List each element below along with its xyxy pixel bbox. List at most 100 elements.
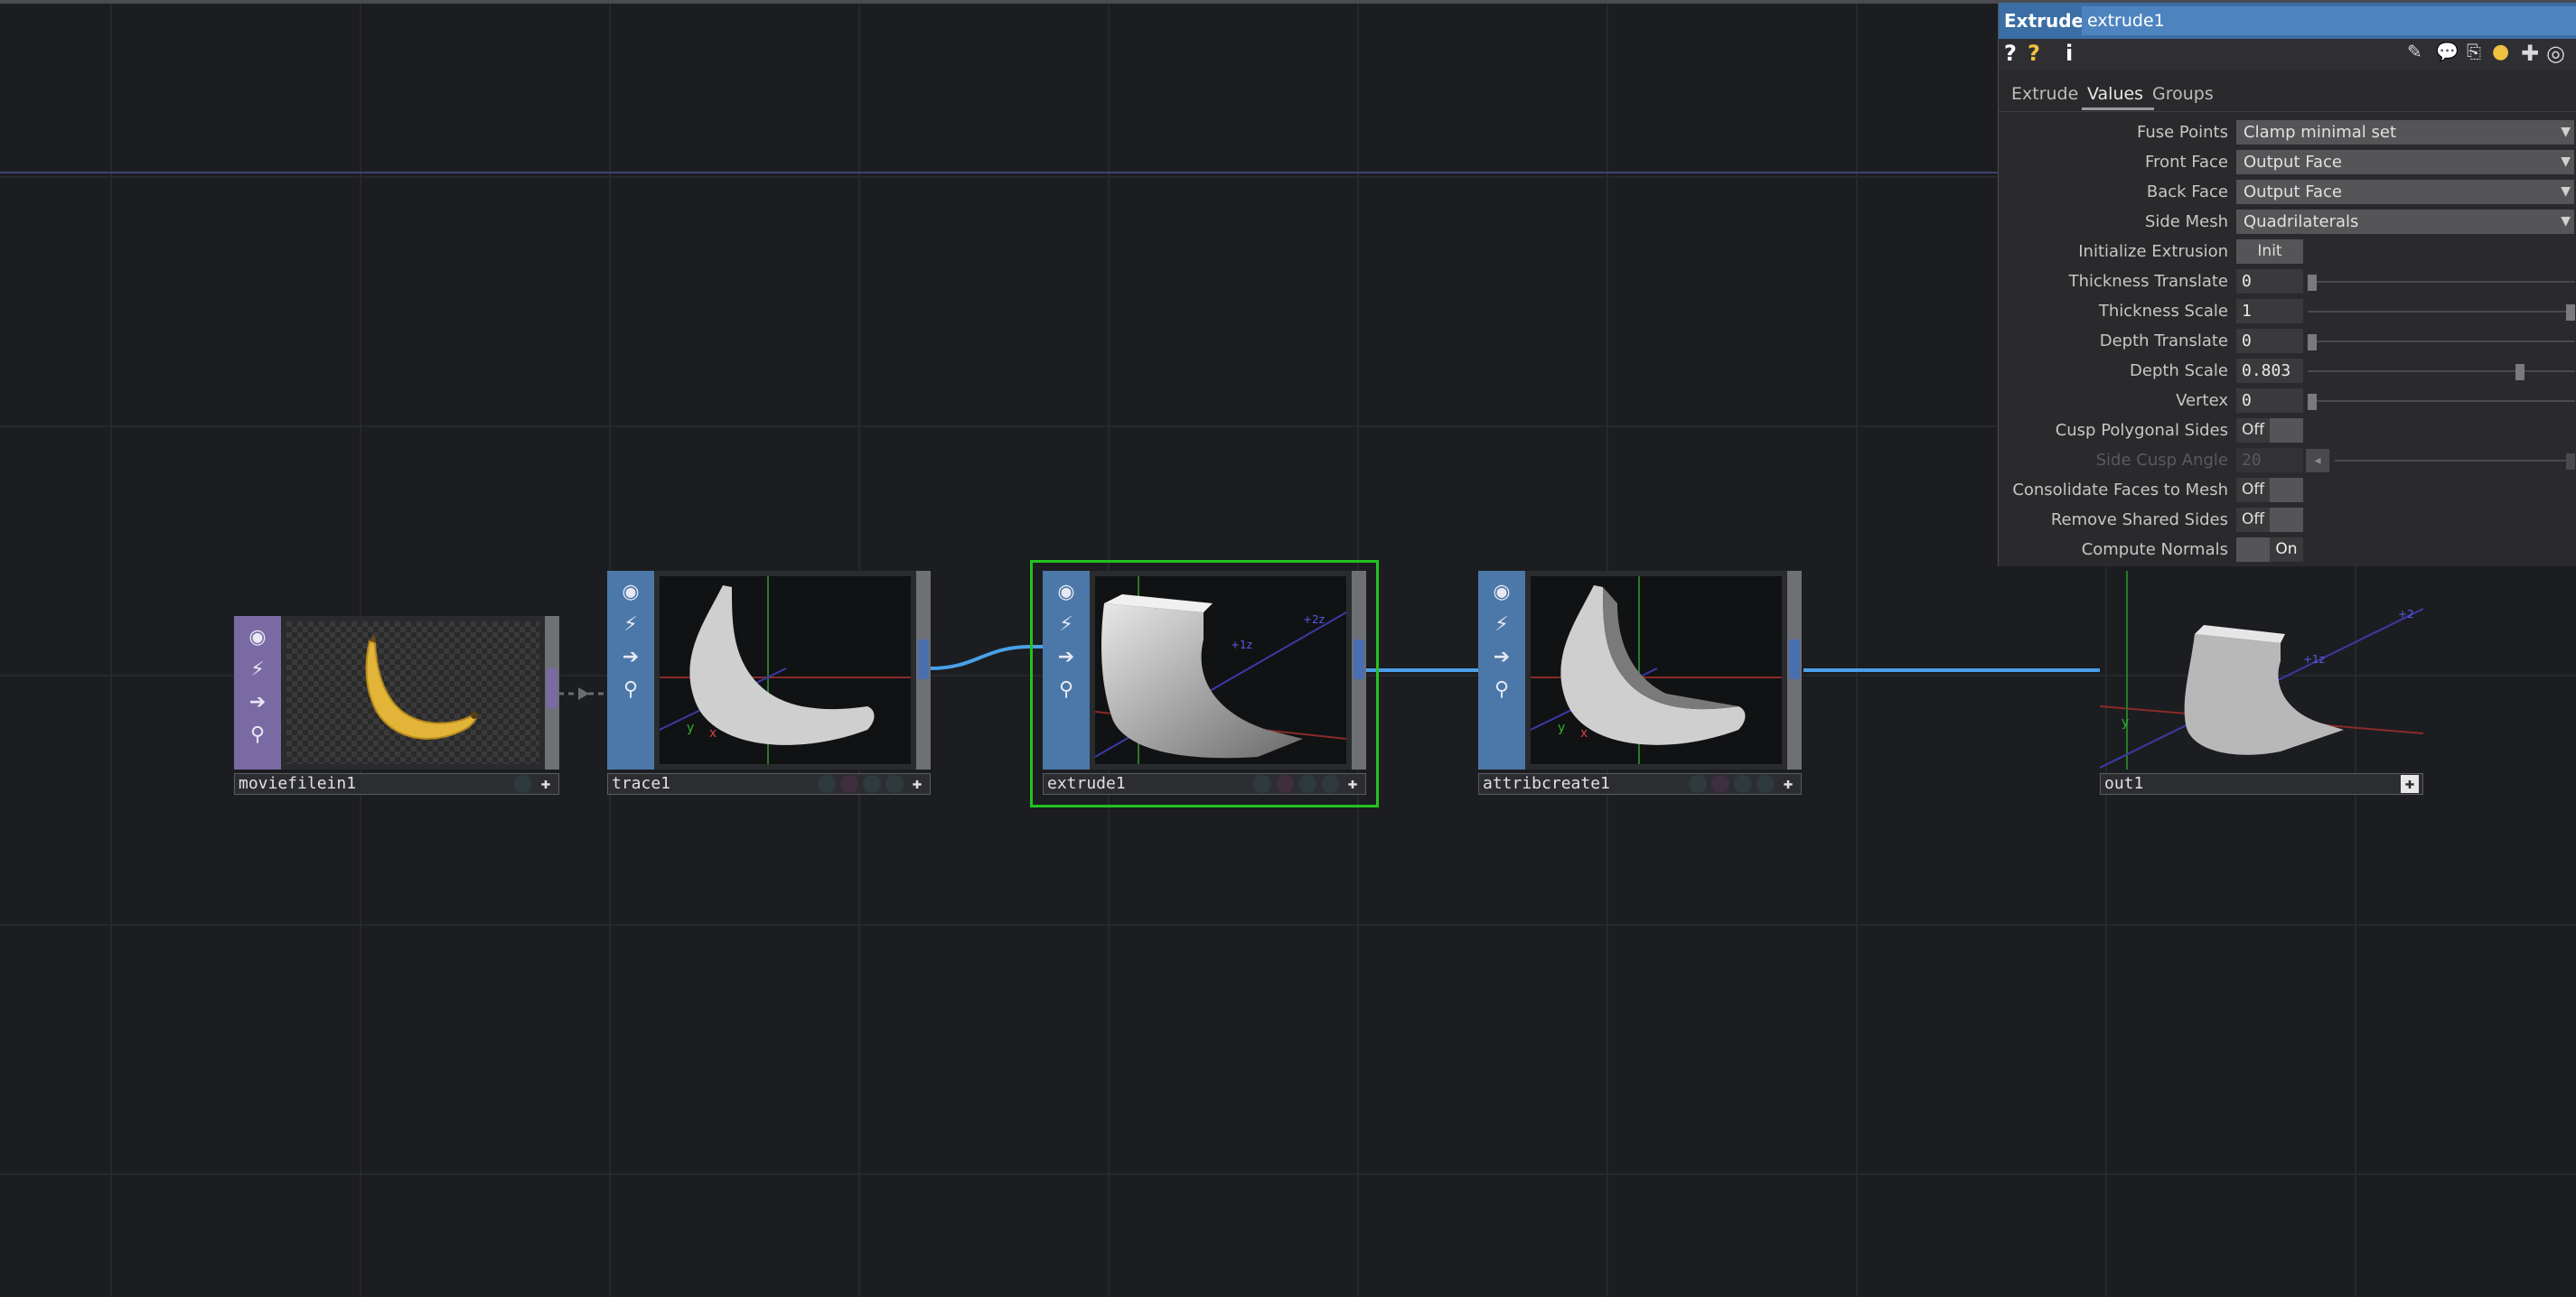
slider-handle[interactable] bbox=[2308, 275, 2317, 291]
consolidate-faces-toggle[interactable]: Off bbox=[2236, 478, 2303, 502]
front-face-menu[interactable]: Output Face ▼ bbox=[2236, 150, 2574, 174]
depth-translate-slider[interactable] bbox=[2308, 341, 2575, 342]
param-label: Back Face bbox=[2146, 182, 2228, 201]
node-viewer[interactable]: y x bbox=[654, 571, 916, 770]
tab-groups[interactable]: Groups bbox=[2152, 84, 2214, 104]
lock-icon[interactable]: ⚲ bbox=[616, 676, 645, 704]
vertex-field[interactable]: 0 bbox=[2236, 388, 2303, 413]
output-connector[interactable] bbox=[547, 668, 557, 708]
display-icon[interactable]: ➔ bbox=[1052, 643, 1081, 672]
node-viewer[interactable]: +1z +2z bbox=[1090, 571, 1352, 770]
chevron-down-icon: ▼ bbox=[2561, 154, 2571, 169]
depth-translate-field[interactable]: 0 bbox=[2236, 329, 2303, 353]
slider-handle[interactable] bbox=[2515, 364, 2524, 380]
flag-display[interactable] bbox=[514, 775, 532, 793]
cusp-polygonal-sides-toggle[interactable]: Off bbox=[2236, 418, 2303, 443]
node-viewer[interactable]: y x bbox=[1525, 571, 1787, 770]
node-moviefilein1[interactable]: ◉ ⚡ ➔ ⚲ bbox=[234, 616, 559, 770]
copy-icon[interactable]: ⎘ bbox=[2467, 41, 2481, 62]
flag-selectable[interactable] bbox=[885, 775, 904, 793]
target-icon[interactable]: ◎ bbox=[2546, 41, 2565, 66]
flag-selectable[interactable] bbox=[1756, 775, 1775, 793]
node-extrude1[interactable]: ◉ ⚡ ➔ ⚲ +1z +2z bbox=[1043, 571, 1366, 770]
bypass-icon[interactable]: ⚡ bbox=[243, 656, 272, 685]
parameter-panel: Extrude extrude1 ? ? i ✎ 💬 ⎘ ● ✚ ◎ Extru… bbox=[1998, 3, 2576, 566]
svg-text:+1z: +1z bbox=[1231, 639, 1252, 651]
node-label-moviefilein1[interactable]: moviefilein1 ✚ bbox=[234, 773, 559, 795]
python-icon[interactable]: ● bbox=[2492, 41, 2509, 63]
node-attribcreate1[interactable]: ◉ ⚡ ➔ ⚲ y x bbox=[1478, 571, 1802, 770]
edit-icon[interactable]: ✎ bbox=[2407, 41, 2422, 62]
help-icon[interactable]: ? bbox=[2004, 41, 2017, 66]
flag-display[interactable] bbox=[1253, 775, 1271, 793]
bypass-icon[interactable]: ⚡ bbox=[616, 611, 645, 639]
vertex-slider[interactable] bbox=[2308, 400, 2575, 402]
viewer-toggle-icon[interactable]: ◉ bbox=[1487, 578, 1516, 607]
viewer-toggle-icon[interactable]: ◉ bbox=[1052, 578, 1081, 607]
param-label: Initialize Extrusion bbox=[2078, 242, 2228, 261]
bypass-icon[interactable]: ⚡ bbox=[1052, 611, 1081, 639]
flag-display[interactable] bbox=[818, 775, 836, 793]
display-icon[interactable]: ➔ bbox=[1487, 643, 1516, 672]
param-back-face: Back Face Output Face ▼ bbox=[1999, 177, 2576, 207]
flag-template[interactable] bbox=[1298, 775, 1316, 793]
thickness-scale-field[interactable]: 1 bbox=[2236, 299, 2303, 323]
flag-template[interactable] bbox=[863, 775, 881, 793]
slider-handle[interactable] bbox=[2566, 304, 2575, 321]
thickness-translate-slider[interactable] bbox=[2308, 281, 2575, 283]
add-icon[interactable]: ✚ bbox=[537, 775, 555, 793]
tab-extrude[interactable]: Extrude bbox=[2011, 84, 2078, 104]
node-viewer[interactable] bbox=[281, 616, 545, 770]
slider-handle[interactable] bbox=[2308, 334, 2317, 350]
add-icon[interactable]: ✚ bbox=[1779, 775, 1797, 793]
add-icon[interactable]: ✚ bbox=[908, 775, 926, 793]
comment-icon[interactable]: 💬 bbox=[2436, 41, 2459, 62]
node-label-extrude1[interactable]: extrude1 ✚ bbox=[1043, 773, 1366, 795]
param-depth-translate: Depth Translate 0 bbox=[1999, 326, 2576, 356]
operator-name-field[interactable]: extrude1 bbox=[2082, 6, 2576, 35]
node-trace1[interactable]: ◉ ⚡ ➔ ⚲ y x bbox=[607, 571, 931, 770]
side-mesh-menu[interactable]: Quadrilaterals ▼ bbox=[2236, 210, 2574, 234]
add-icon[interactable]: ✚ bbox=[1344, 775, 1362, 793]
remove-shared-sides-toggle[interactable]: Off bbox=[2236, 508, 2303, 532]
init-button[interactable]: Init bbox=[2236, 239, 2303, 264]
node-label-trace1[interactable]: trace1 ✚ bbox=[607, 773, 931, 795]
trace-preview: y x bbox=[660, 576, 911, 764]
viewer-toggle-icon[interactable]: ◉ bbox=[243, 623, 272, 652]
slider-handle[interactable] bbox=[2308, 394, 2317, 410]
menu-value: Quadrilaterals bbox=[2243, 212, 2359, 231]
node-out1[interactable]: +1z +2 y bbox=[2100, 571, 2423, 770]
flag-template[interactable] bbox=[1734, 775, 1752, 793]
output-connector[interactable] bbox=[918, 639, 929, 679]
viewer-toggle-icon[interactable]: ◉ bbox=[616, 578, 645, 607]
add-icon[interactable]: ✚ bbox=[2401, 775, 2419, 793]
toggle-state: Off bbox=[2236, 418, 2270, 443]
output-connector[interactable] bbox=[1789, 639, 1800, 679]
add-param-icon[interactable]: ✚ bbox=[2521, 41, 2539, 66]
node-label-attribcreate1[interactable]: attribcreate1 ✚ bbox=[1478, 773, 1802, 795]
display-icon[interactable]: ➔ bbox=[243, 688, 272, 717]
depth-scale-slider[interactable] bbox=[2308, 370, 2575, 372]
info-icon[interactable]: i bbox=[2065, 41, 2073, 66]
flag-render[interactable] bbox=[840, 775, 858, 793]
output-connector[interactable] bbox=[1354, 639, 1364, 679]
thickness-scale-slider[interactable] bbox=[2308, 311, 2575, 313]
fuse-points-menu[interactable]: Clamp minimal set ▼ bbox=[2236, 120, 2574, 145]
depth-scale-field[interactable]: 0.803 bbox=[2236, 359, 2303, 383]
lock-icon[interactable]: ⚲ bbox=[1052, 676, 1081, 704]
tab-values[interactable]: Values bbox=[2087, 84, 2143, 104]
flag-render[interactable] bbox=[1711, 775, 1729, 793]
bypass-icon[interactable]: ⚡ bbox=[1487, 611, 1516, 639]
lock-icon[interactable]: ⚲ bbox=[1487, 676, 1516, 704]
flag-selectable[interactable] bbox=[1321, 775, 1339, 793]
thickness-translate-field[interactable]: 0 bbox=[2236, 269, 2303, 294]
node-label-out1[interactable]: out1 ✚ bbox=[2100, 773, 2423, 795]
lock-icon[interactable]: ⚲ bbox=[243, 721, 272, 750]
display-icon[interactable]: ➔ bbox=[616, 643, 645, 672]
node-output-side bbox=[1787, 571, 1802, 770]
python-help-icon[interactable]: ? bbox=[2028, 41, 2040, 66]
compute-normals-toggle[interactable]: On bbox=[2236, 537, 2303, 562]
flag-render[interactable] bbox=[1276, 775, 1294, 793]
back-face-menu[interactable]: Output Face ▼ bbox=[2236, 180, 2574, 204]
flag-display[interactable] bbox=[1689, 775, 1707, 793]
